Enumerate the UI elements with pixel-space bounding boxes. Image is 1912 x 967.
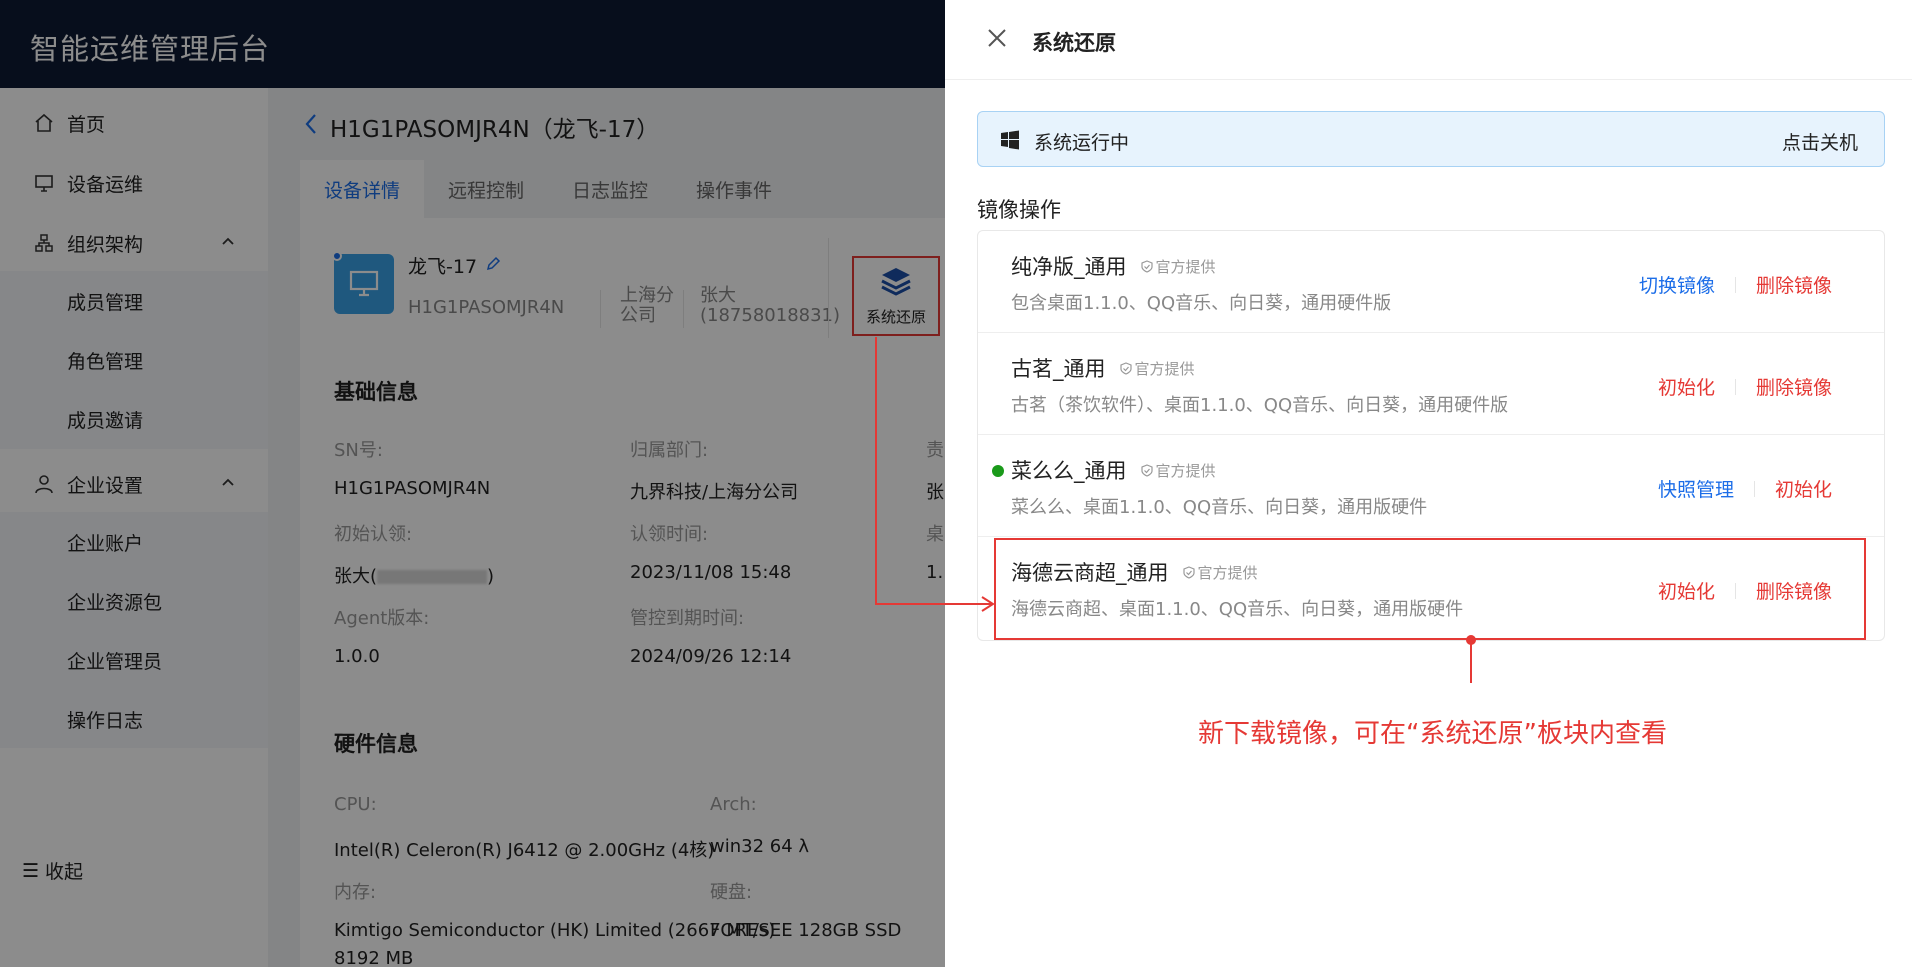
annotation-text: 新下载镜像，可在“系统还原”板块内查看 xyxy=(1198,719,1667,749)
annotation-arrows xyxy=(875,337,1476,683)
app-root: 智能运维管理后台 首页 设备运维 组织架构 成员管理 角色管理 成员邀请 企业设… xyxy=(0,0,1912,967)
